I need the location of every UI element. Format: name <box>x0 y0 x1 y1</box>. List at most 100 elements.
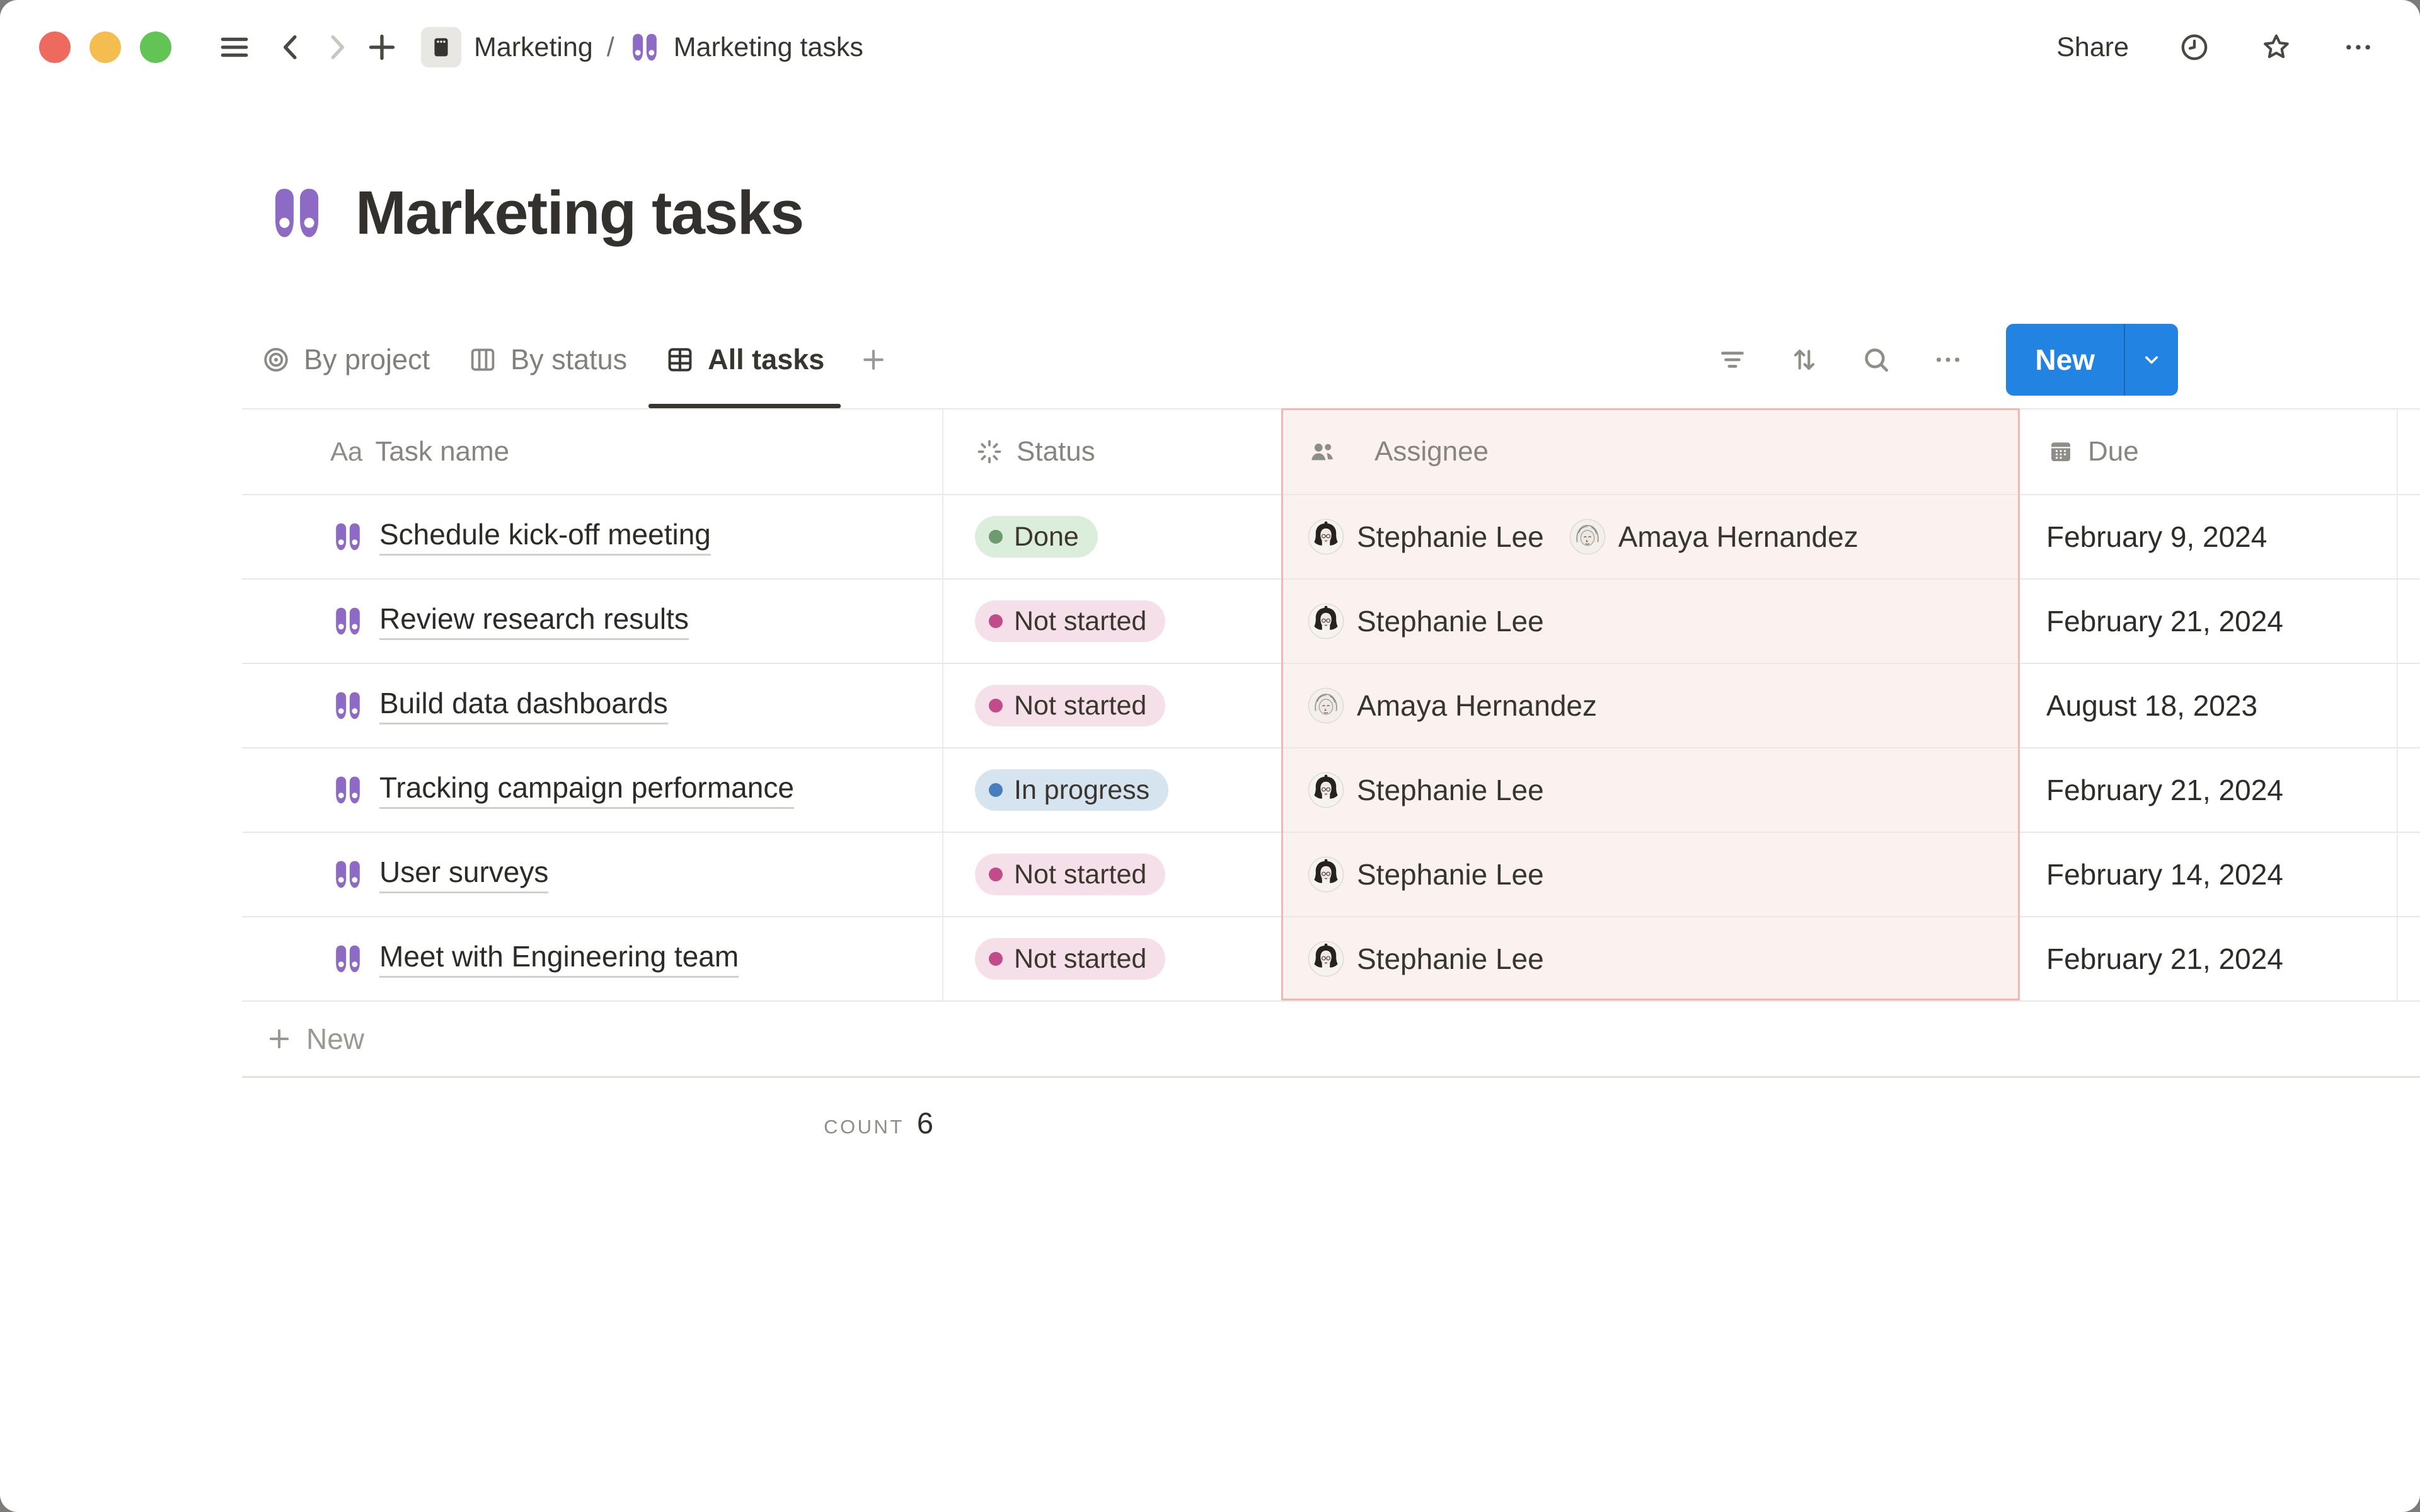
assignee-cell[interactable]: Stephanie Lee <box>1281 748 2020 832</box>
column-header-task-name[interactable]: Aa Task name <box>242 410 943 494</box>
due-cell[interactable]: February 14, 2024 <box>2020 833 2398 916</box>
empty-column-space <box>2398 580 2420 663</box>
filter-icon[interactable] <box>1712 340 1753 380</box>
task-name-cell[interactable]: Schedule kick-off meeting <box>242 495 943 578</box>
due-cell[interactable]: February 21, 2024 <box>2020 580 2398 663</box>
assignee-name: Stephanie Lee <box>1357 857 1544 891</box>
forward-icon[interactable] <box>314 25 359 70</box>
assignee-cell[interactable]: Stephanie Lee <box>1281 833 2020 916</box>
tab-all-tasks[interactable]: All tasks <box>646 311 843 408</box>
tab-label: All tasks <box>708 343 824 376</box>
new-button-group: New <box>2006 324 2178 396</box>
new-row-button[interactable]: New <box>242 1002 2420 1078</box>
status-pill[interactable]: In progress <box>975 769 1168 811</box>
table-row[interactable]: Review research results Not started Step… <box>242 580 2420 664</box>
empty-column-space <box>2398 664 2420 747</box>
updates-clock-icon[interactable] <box>2172 25 2217 70</box>
back-icon[interactable] <box>268 25 314 70</box>
column-label: Status <box>1017 436 1095 467</box>
task-name-cell[interactable]: Build data dashboards <box>242 664 943 747</box>
assignee-cell[interactable]: Stephanie Lee <box>1281 580 2020 663</box>
status-pill[interactable]: Not started <box>975 685 1165 726</box>
assignee-cell[interactable]: Stephanie Lee <box>1281 917 2020 1000</box>
sort-icon[interactable] <box>1784 340 1824 380</box>
status-pill[interactable]: Not started <box>975 938 1165 980</box>
status-pill[interactable]: Done <box>975 516 1098 558</box>
task-name-link[interactable]: Build data dashboards <box>379 687 668 724</box>
new-button-caret[interactable] <box>2125 324 2178 396</box>
task-name-link[interactable]: Review research results <box>379 602 689 640</box>
status-label: Not started <box>1014 859 1146 890</box>
due-cell[interactable]: August 18, 2023 <box>2020 664 2398 747</box>
table-row[interactable]: Tracking campaign performance In progres… <box>242 748 2420 833</box>
favorite-star-icon[interactable] <box>2254 25 2299 70</box>
assignee-cell[interactable]: Amaya Hernandez <box>1281 664 2020 747</box>
page-title[interactable]: Marketing tasks <box>355 178 804 248</box>
binoculars-icon <box>628 31 661 64</box>
search-icon[interactable] <box>1856 340 1896 380</box>
assignee-name: Stephanie Lee <box>1357 773 1544 807</box>
task-name-cell[interactable]: Meet with Engineering team <box>242 917 943 1000</box>
close-window-button[interactable] <box>39 32 71 63</box>
status-cell[interactable]: Done <box>943 495 1281 578</box>
task-name-cell[interactable]: Review research results <box>242 580 943 663</box>
assignee-chip[interactable]: Stephanie Lee <box>1308 772 1544 808</box>
task-name-link[interactable]: Schedule kick-off meeting <box>379 518 711 556</box>
task-name-cell[interactable]: Tracking campaign performance <box>242 748 943 832</box>
binoculars-icon <box>331 858 364 891</box>
assignee-chip[interactable]: Stephanie Lee <box>1308 856 1544 893</box>
assignee-cell[interactable]: Stephanie Lee Amaya Hernandez <box>1281 495 2020 578</box>
due-cell[interactable]: February 21, 2024 <box>2020 748 2398 832</box>
binoculars-icon[interactable] <box>267 183 326 243</box>
table-row[interactable]: Meet with Engineering team Not started S… <box>242 917 2420 1002</box>
new-page-icon[interactable] <box>359 25 405 70</box>
status-label: Not started <box>1014 690 1146 721</box>
add-view-icon[interactable] <box>843 311 904 408</box>
due-cell[interactable]: February 21, 2024 <box>2020 917 2398 1000</box>
status-cell[interactable]: Not started <box>943 580 1281 663</box>
status-pill[interactable]: Not started <box>975 600 1165 642</box>
more-options-icon[interactable] <box>2336 25 2381 70</box>
due-cell[interactable]: February 9, 2024 <box>2020 495 2398 578</box>
status-cell[interactable]: Not started <box>943 833 1281 916</box>
view-controls: New <box>1712 324 2178 396</box>
new-button[interactable]: New <box>2006 324 2124 396</box>
assignee-chip[interactable]: Amaya Hernandez <box>1569 518 1858 555</box>
table-row[interactable]: Schedule kick-off meeting Done Stephanie… <box>242 495 2420 580</box>
zoom-window-button[interactable] <box>140 32 171 63</box>
table-icon <box>665 345 695 375</box>
share-button[interactable]: Share <box>2050 28 2135 67</box>
assignee-name: Amaya Hernandez <box>1357 689 1597 723</box>
table-row[interactable]: Build data dashboards Not started Amaya … <box>242 664 2420 748</box>
column-header-assignee[interactable]: Assignee <box>1281 410 2020 494</box>
task-name-link[interactable]: Tracking campaign performance <box>379 771 794 809</box>
assignee-chip[interactable]: Amaya Hernandez <box>1308 687 1597 724</box>
assignee-chip[interactable]: Stephanie Lee <box>1308 518 1544 555</box>
due-date: February 21, 2024 <box>2046 604 2283 638</box>
empty-column-space <box>2398 410 2420 494</box>
task-name-cell[interactable]: User surveys <box>242 833 943 916</box>
assignee-chip[interactable]: Stephanie Lee <box>1308 603 1544 639</box>
tab-by-status[interactable]: By status <box>449 311 646 408</box>
due-date: February 14, 2024 <box>2046 857 2283 891</box>
view-more-options-icon[interactable] <box>1928 340 1968 380</box>
status-cell[interactable]: In progress <box>943 748 1281 832</box>
status-cell[interactable]: Not started <box>943 917 1281 1000</box>
empty-column-space <box>2398 917 2420 1000</box>
column-header-status[interactable]: Status <box>943 410 1281 494</box>
status-cell[interactable]: Not started <box>943 664 1281 747</box>
task-name-link[interactable]: User surveys <box>379 856 548 893</box>
count-value: 6 <box>917 1106 933 1140</box>
calculation-footer[interactable]: COUNT 6 <box>242 1078 943 1140</box>
task-name-link[interactable]: Meet with Engineering team <box>379 940 739 978</box>
breadcrumb-item-marketing-tasks[interactable]: Marketing tasks <box>628 31 863 64</box>
status-pill[interactable]: Not started <box>975 854 1165 895</box>
assignee-chip[interactable]: Stephanie Lee <box>1308 941 1544 977</box>
minimize-window-button[interactable] <box>89 32 121 63</box>
sidebar-toggle-icon[interactable] <box>212 25 257 70</box>
column-header-due[interactable]: Due <box>2020 410 2398 494</box>
breadcrumb-item-marketing[interactable]: Marketing <box>421 27 593 67</box>
assignee-name: Stephanie Lee <box>1357 604 1544 638</box>
table-row[interactable]: User surveys Not started Stephanie Lee F… <box>242 833 2420 917</box>
tab-by-project[interactable]: By project <box>242 311 449 408</box>
